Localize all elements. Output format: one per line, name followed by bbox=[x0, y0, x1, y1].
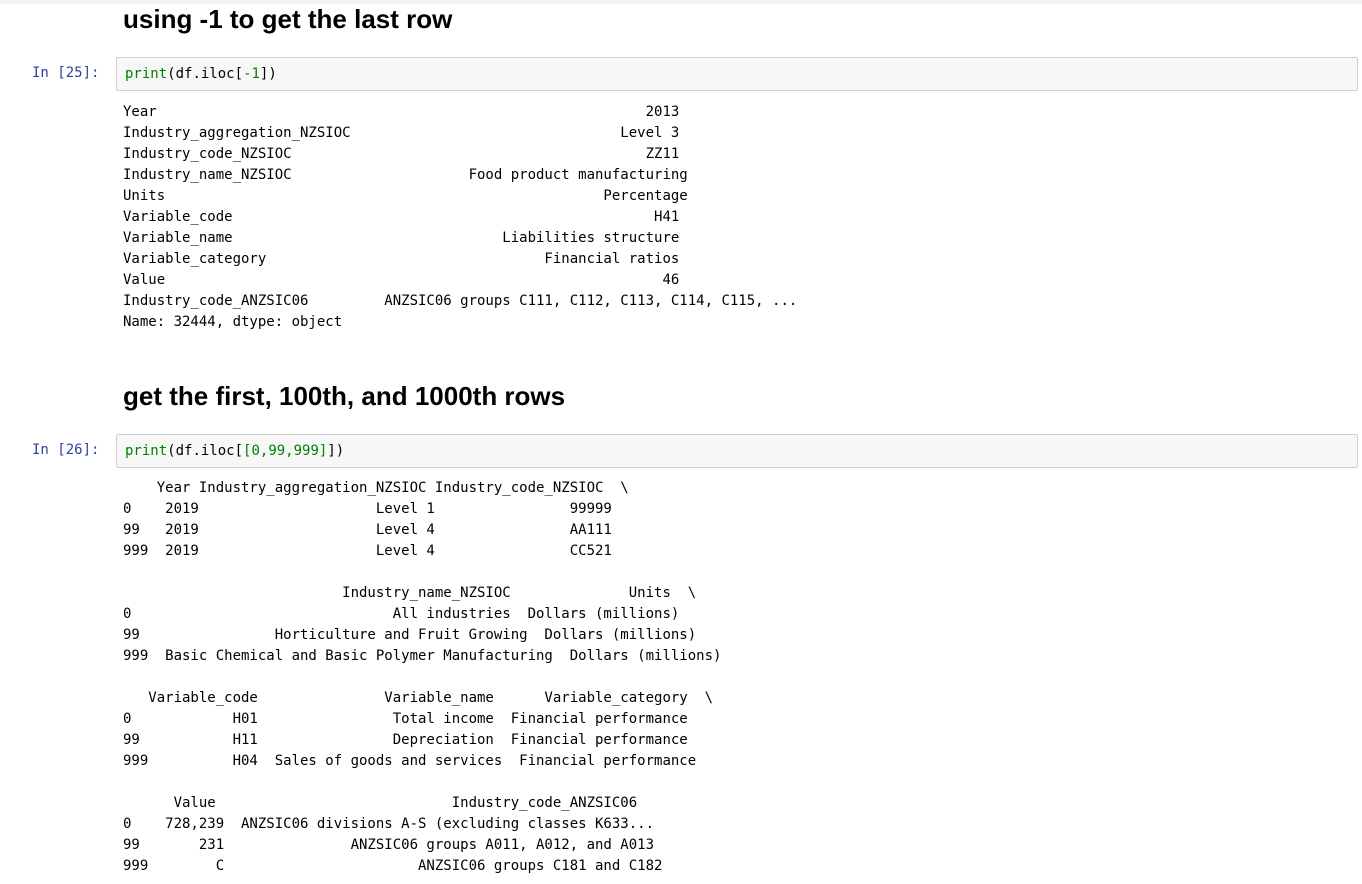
output-line: 999 C ANZSIC06 groups C181 and C182 bbox=[123, 858, 663, 874]
output-line: 0 2019 Level 1 99999 bbox=[123, 501, 612, 517]
output-line: Name: 32444, dtype: object bbox=[123, 314, 343, 330]
code-close: ]) bbox=[259, 66, 277, 82]
cell-output-26: Year Industry_aggregation_NZSIOC Industr… bbox=[123, 478, 721, 877]
output-line: Industry_code_ANZSIC06 ANZSIC06 groups C… bbox=[123, 293, 798, 309]
output-line: 999 Basic Chemical and Basic Polymer Man… bbox=[123, 648, 722, 664]
markdown-heading-last-row: using -1 to get the last row bbox=[123, 4, 453, 34]
output-line: Variable_code H41 bbox=[123, 209, 680, 225]
code-argument: -1 bbox=[243, 66, 260, 82]
output-line: 0 All industries Dollars (millions) bbox=[123, 606, 680, 622]
output-line: 999 2019 Level 4 CC521 bbox=[123, 543, 612, 559]
code-object: df.iloc[ bbox=[175, 443, 244, 459]
output-line: Industry_name_NZSIOC Food product manufa… bbox=[123, 167, 688, 183]
output-line: Value 46 bbox=[123, 272, 680, 288]
output-line: 99 Horticulture and Fruit Growing Dollar… bbox=[123, 627, 697, 643]
output-line: Industry_name_NZSIOC Units \ bbox=[123, 585, 697, 601]
code-function: print bbox=[125, 443, 168, 459]
output-line: Value Industry_code_ANZSIC06 bbox=[123, 795, 638, 811]
output-line: 0 H01 Total income Financial performance bbox=[123, 711, 688, 727]
output-line: Units Percentage bbox=[123, 188, 688, 204]
output-line: 99 231 ANZSIC06 groups A011, A012, and A… bbox=[123, 837, 655, 853]
code-function: print bbox=[125, 66, 168, 82]
output-line: Year 2013 bbox=[123, 104, 680, 120]
code-close: ]) bbox=[327, 443, 345, 459]
output-line: 99 H11 Depreciation Financial performanc… bbox=[123, 732, 688, 748]
code-argument: [0,99,999] bbox=[243, 443, 328, 459]
input-prompt-26: In [26]: bbox=[32, 442, 100, 458]
output-line: 0 728,239 ANZSIC06 divisions A-S (exclud… bbox=[123, 816, 655, 832]
output-line: Variable_code Variable_name Variable_cat… bbox=[123, 690, 714, 706]
code-cell-25[interactable]: print(df.iloc[-1]) bbox=[116, 57, 1358, 91]
markdown-heading-selected-rows: get the first, 100th, and 1000th rows bbox=[123, 381, 566, 411]
output-line: Variable_category Financial ratios bbox=[123, 251, 680, 267]
output-line: Year Industry_aggregation_NZSIOC Industr… bbox=[123, 480, 629, 496]
output-line: Industry_code_NZSIOC ZZ11 bbox=[123, 146, 680, 162]
output-line: 99 2019 Level 4 AA111 bbox=[123, 522, 612, 538]
code-cell-26[interactable]: print(df.iloc[[0,99,999]]) bbox=[116, 434, 1358, 468]
output-line: Variable_name Liabilities structure bbox=[123, 230, 680, 246]
output-line: 999 H04 Sales of goods and services Fina… bbox=[123, 753, 697, 769]
cell-output-25: Year 2013 Industry_aggregation_NZSIOC Le… bbox=[123, 102, 797, 333]
input-prompt-25: In [25]: bbox=[32, 65, 100, 81]
output-line: Industry_aggregation_NZSIOC Level 3 bbox=[123, 125, 680, 141]
code-open-paren: ( bbox=[167, 443, 176, 459]
code-open-paren: ( bbox=[167, 66, 176, 82]
code-object: df.iloc[ bbox=[175, 66, 244, 82]
